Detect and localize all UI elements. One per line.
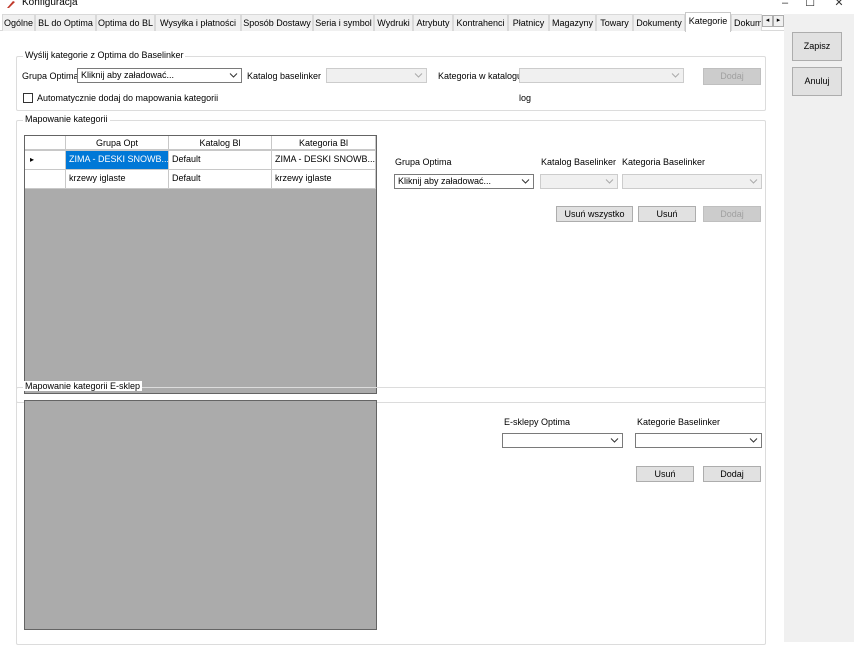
kategoria-w-katalogu-label: Kategoria w katalogu bbox=[438, 71, 523, 81]
esklepy-optima-combo[interactable] bbox=[502, 433, 623, 448]
chevron-down-icon bbox=[671, 73, 680, 78]
cancel-button[interactable]: Anuluj bbox=[792, 67, 842, 96]
row-indicator-icon: ▸ bbox=[25, 151, 66, 170]
esklepy-optima-label: E-sklepy Optima bbox=[504, 417, 571, 427]
table-row[interactable]: ▸ ZIMA - DESKI SNOWB... Default ZIMA - D… bbox=[25, 151, 376, 170]
chevron-down-icon bbox=[749, 438, 758, 443]
mapping-katalog-baselinker-label: Katalog Baselinker bbox=[541, 157, 617, 167]
grupa-optima-label: Grupa Optima bbox=[22, 71, 79, 81]
remove-all-button[interactable]: Usuń wszystko bbox=[556, 206, 633, 222]
minimize-button[interactable]: – bbox=[775, 0, 795, 10]
mapping-grupa-optima-label: Grupa Optima bbox=[395, 157, 452, 167]
grid-column-header[interactable]: Katalog Bl bbox=[169, 136, 272, 150]
tab-scroll-left-button[interactable]: ◂ bbox=[762, 15, 773, 27]
tab-towary[interactable]: Towary bbox=[596, 14, 633, 31]
eshop-mapping-group-title: Mapowanie kategorii E-sklep bbox=[23, 381, 143, 391]
mapping-grupa-optima-combo-value: Kliknij aby załadować... bbox=[398, 176, 492, 186]
tab-ogolne[interactable]: Ogólne bbox=[2, 14, 35, 31]
grid-column-header[interactable]: Grupa Opt bbox=[66, 136, 169, 150]
chevron-down-icon bbox=[749, 179, 758, 184]
send-add-button[interactable]: Dodaj bbox=[703, 68, 761, 85]
mapping-grupa-optima-combo[interactable]: Kliknij aby załadować... bbox=[394, 174, 534, 189]
grid-cell-grupa[interactable]: ZIMA - DESKI SNOWB... bbox=[66, 151, 169, 170]
tab-strip: Ogólne BL do Optima Optima do BL Wysyłka… bbox=[0, 12, 784, 32]
tab-wysylka-i-platnosci[interactable]: Wysyłka i płatności bbox=[155, 14, 241, 31]
maximize-button[interactable]: ☐ bbox=[800, 0, 820, 10]
category-mapping-group-title: Mapowanie kategorii bbox=[23, 114, 110, 124]
tab-seria-i-symbol[interactable]: Seria i symbol bbox=[313, 14, 374, 31]
chevron-down-icon bbox=[605, 179, 614, 184]
auto-add-checkbox-label: Automatycznie dodaj do mapowania kategor… bbox=[37, 93, 219, 103]
kategoria-w-katalogu-combo[interactable] bbox=[519, 68, 684, 83]
tab-platnicy[interactable]: Płatnicy bbox=[508, 14, 549, 31]
tab-wydruki[interactable]: Wydruki bbox=[374, 14, 413, 31]
right-panel: Zapisz Anuluj bbox=[784, 14, 854, 642]
grid-cell-katalog[interactable]: Default bbox=[169, 170, 272, 189]
tab-page-kategorie: Wyślij kategorie z Optima do Baselinker … bbox=[0, 31, 784, 645]
mapping-remove-button[interactable]: Usuń bbox=[638, 206, 696, 222]
grupa-optima-combo[interactable]: Kliknij aby załadować... bbox=[77, 68, 242, 83]
tab-kategorie[interactable]: Kategorie bbox=[685, 12, 731, 32]
tab-atrybuty[interactable]: Atrybuty bbox=[413, 14, 453, 31]
grid-cell-grupa[interactable]: krzewy iglaste bbox=[66, 170, 169, 189]
tab-kontrahenci[interactable]: Kontrahenci bbox=[453, 14, 508, 31]
tab-dokumenty[interactable]: Dokumenty bbox=[633, 14, 685, 31]
grupa-optima-combo-value: Kliknij aby załadować... bbox=[81, 70, 175, 80]
katalog-baselinker-combo[interactable] bbox=[326, 68, 427, 83]
eshop-remove-button[interactable]: Usuń bbox=[636, 466, 694, 482]
kategorie-baselinker-combo[interactable] bbox=[635, 433, 762, 448]
send-categories-group-title: Wyślij kategorie z Optima do Baselinker bbox=[23, 50, 186, 60]
grid-corner-cell bbox=[25, 136, 66, 150]
kategorie-baselinker-label: Kategorie Baselinker bbox=[637, 417, 721, 427]
row-indicator-icon bbox=[25, 170, 66, 189]
tab-magazyny[interactable]: Magazyny bbox=[549, 14, 596, 31]
grid-column-header[interactable]: Kategoria Bl bbox=[272, 136, 376, 150]
table-row[interactable]: krzewy iglaste Default krzewy iglaste bbox=[25, 170, 376, 189]
grid-cell-katalog[interactable]: Default bbox=[169, 151, 272, 170]
grid-cell-kategoria[interactable]: krzewy iglaste bbox=[272, 170, 376, 189]
close-button[interactable]: ✕ bbox=[829, 0, 849, 10]
tab-dokum[interactable]: Dokum bbox=[731, 14, 762, 31]
chevron-down-icon bbox=[414, 73, 423, 78]
grid-header: Grupa Opt Katalog Bl Kategoria Bl bbox=[25, 136, 376, 151]
tab-scroll-right-button[interactable]: ▸ bbox=[773, 15, 784, 27]
eshop-mapping-grid[interactable] bbox=[24, 400, 377, 630]
tab-sposob-dostawy[interactable]: Sposób Dostawy bbox=[241, 14, 313, 31]
katalog-baselinker-label: Katalog baselinker bbox=[247, 71, 322, 81]
chevron-down-icon bbox=[610, 438, 619, 443]
tab-bl-do-optima[interactable]: BL do Optima bbox=[35, 14, 96, 31]
log-label: log bbox=[519, 93, 532, 103]
eshop-add-button[interactable]: Dodaj bbox=[703, 466, 761, 482]
mapping-add-button[interactable]: Dodaj bbox=[703, 206, 761, 222]
mapping-kategoria-baselinker-label: Kategoria Baselinker bbox=[622, 157, 706, 167]
category-mapping-grid[interactable]: Grupa Opt Katalog Bl Kategoria Bl ▸ ZIMA… bbox=[24, 135, 377, 394]
save-button[interactable]: Zapisz bbox=[792, 32, 842, 61]
tab-optima-do-bl[interactable]: Optima do BL bbox=[96, 14, 155, 31]
auto-add-checkbox[interactable] bbox=[23, 93, 33, 103]
chevron-down-icon bbox=[521, 179, 530, 184]
mapping-kategoria-baselinker-combo[interactable] bbox=[622, 174, 762, 189]
window-title: Konfiguracja bbox=[22, 0, 78, 8]
mapping-katalog-baselinker-combo[interactable] bbox=[540, 174, 618, 189]
chevron-down-icon bbox=[229, 73, 238, 78]
grid-cell-kategoria[interactable]: ZIMA - DESKI SNOWB... bbox=[272, 151, 376, 170]
title-bar: Konfiguracja – ☐ ✕ bbox=[0, 0, 854, 12]
app-icon bbox=[7, 1, 15, 8]
